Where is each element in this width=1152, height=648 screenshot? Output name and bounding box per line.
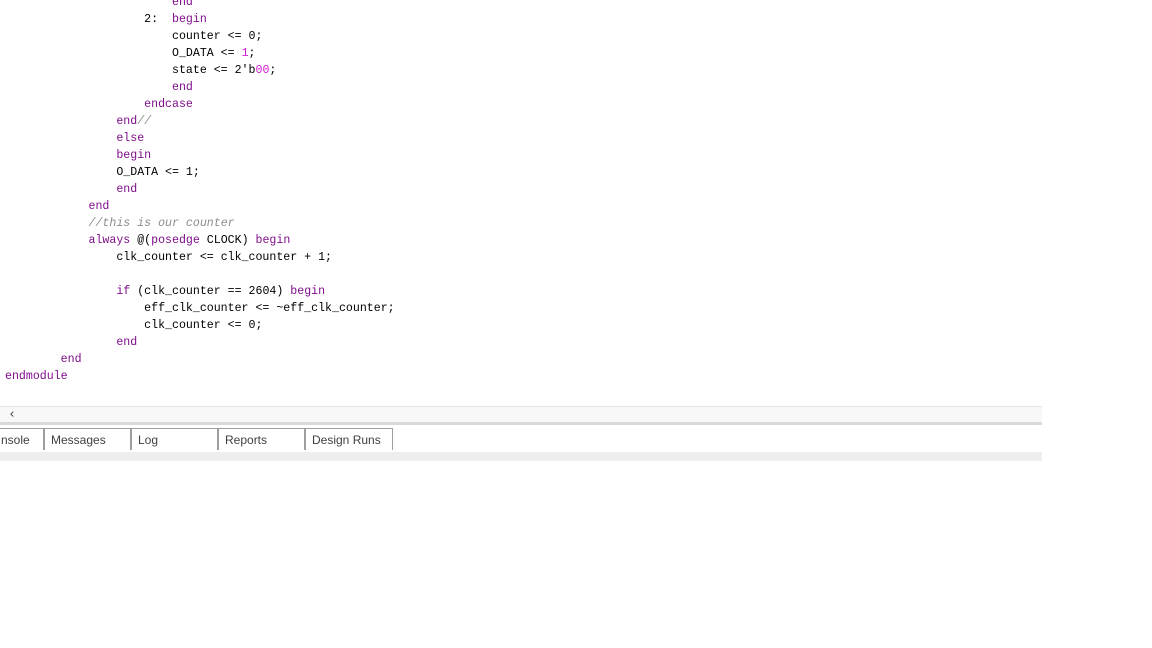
code-line: endmodule [5, 370, 68, 383]
code-line: O_DATA <= 1; [116, 166, 200, 179]
tab-reports[interactable]: Reports [218, 428, 305, 450]
code-line: endcase [144, 98, 193, 111]
code-line: end [88, 200, 110, 213]
bottom-panel-tabs: nsole Messages Log Reports Design Runs [0, 425, 1042, 452]
code-line: end [60, 353, 82, 366]
code-line: 2: begin [144, 13, 207, 26]
tab-design-runs[interactable]: Design Runs [305, 428, 393, 450]
code-line: counter <= 0; [171, 30, 263, 43]
code-line: end [171, 81, 193, 94]
code-line: end [116, 183, 138, 196]
code-line: eff_clk_counter <= ~eff_clk_counter; [144, 302, 395, 315]
tab-log[interactable]: Log [131, 428, 218, 450]
code-line: always @(posedge CLOCK) begin [88, 234, 291, 247]
tab-messages[interactable]: Messages [44, 428, 131, 450]
code-line: if (clk_counter == 2604) begin [116, 285, 326, 298]
horizontal-scrollbar[interactable]: ‹ [0, 406, 1042, 422]
code-line: else [116, 132, 145, 145]
tab-content-strip [0, 452, 1042, 461]
code-line: clk_counter <= clk_counter + 1; [116, 251, 333, 264]
code-line: //this is our counter [88, 217, 235, 230]
code-line: end// [116, 115, 152, 128]
code-editor[interactable]: end 2: begin counter <= 0; O_DATA <= 1; … [0, 0, 1042, 406]
code-line: begin [116, 149, 152, 162]
code-line: O_DATA <= 1; [171, 47, 256, 60]
code-line: state <= 2'b00; [171, 64, 277, 77]
code-line: clk_counter <= 0; [144, 319, 263, 332]
tab-tcl-console[interactable]: nsole [0, 428, 44, 450]
scroll-left-arrow-icon[interactable]: ‹ [4, 407, 20, 422]
code-line: end [116, 336, 138, 349]
code-line: end [171, 0, 193, 9]
